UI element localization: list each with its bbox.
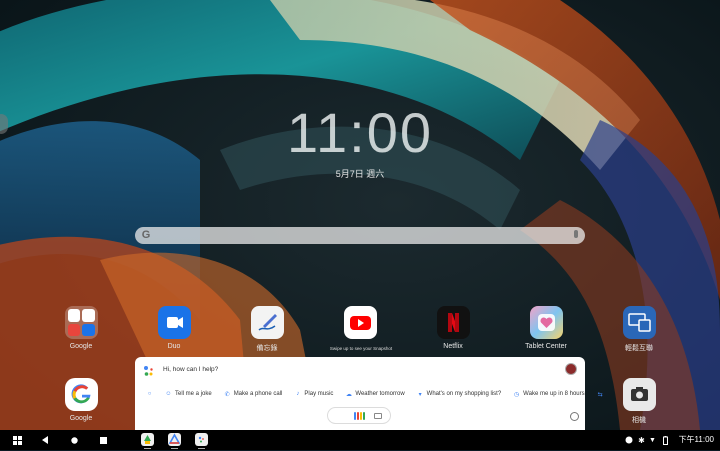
app-label: 輕鬆互聯	[625, 345, 653, 352]
chip-tell-joke[interactable]: ☺ Tell me a joke	[162, 387, 215, 401]
assistant-logo-icon	[144, 366, 153, 376]
app-google-folder[interactable]: Google	[46, 306, 116, 350]
app-camera[interactable]: 相機	[604, 378, 674, 425]
app-label: Tablet Center	[525, 343, 567, 350]
app-label: 備忘錄	[256, 345, 278, 352]
bluetooth-icon[interactable]: ✱	[637, 430, 646, 450]
apps-grid-icon[interactable]	[10, 430, 24, 450]
voice-input-button[interactable]	[327, 407, 391, 424]
assistant-panel: Hi, how can I help? ○ ☺ Tell me a joke ✆ M…	[135, 357, 603, 430]
chip-shopping-list[interactable]: ▾ What's on my shopping list?	[414, 387, 505, 401]
app-tablet-center[interactable]: Tablet Center	[511, 306, 581, 350]
taskbar: ✱ ▼ 下午11:00	[0, 430, 720, 450]
lockscreen-date: 5月7日 週六	[335, 169, 385, 179]
netflix-icon	[436, 306, 470, 339]
taskbar-app-drive-icon[interactable]	[168, 433, 181, 449]
app-label: Duo	[167, 343, 181, 350]
chip-explore[interactable]: ○	[143, 387, 156, 401]
keyboard-icon[interactable]	[374, 413, 382, 419]
notes-icon	[250, 306, 284, 339]
status-clock[interactable]: 下午11:00	[679, 430, 714, 450]
lockscreen-clock: 11:00	[287, 101, 433, 164]
snapshot-hint: Swipe up to see your Snapshot	[329, 346, 393, 351]
app-label: Netflix	[443, 343, 463, 350]
camera-icon	[622, 378, 656, 411]
recents-icon[interactable]	[96, 430, 110, 450]
youtube-icon	[343, 306, 377, 339]
alarm-icon: ◷	[514, 391, 520, 398]
chip-label: What's on my shopping list?	[426, 391, 502, 397]
chip-phone-call[interactable]: ✆ Make a phone call	[221, 387, 286, 401]
home-icon[interactable]	[67, 430, 81, 450]
app-label: Google	[69, 343, 93, 350]
compass-small-icon: ○	[147, 391, 152, 397]
chip-translate[interactable]: ⇆	[594, 387, 607, 401]
translate-icon: ⇆	[597, 391, 603, 398]
suggestion-chips: ○ ☺ Tell me a joke ✆ Make a phone call ♪ Pl…	[143, 387, 603, 401]
back-icon[interactable]	[38, 430, 52, 450]
duo-icon	[157, 306, 191, 339]
google-search-bar[interactable]: G	[135, 227, 585, 244]
google-icon	[64, 378, 98, 411]
cart-icon: ▾	[418, 391, 422, 398]
phone-icon: ✆	[224, 391, 230, 398]
battery-icon[interactable]	[661, 430, 670, 450]
taskbar-app-files-icon[interactable]	[141, 433, 154, 449]
chip-label: Wake me up in 8 hours	[523, 391, 585, 397]
google-folder-icon	[64, 306, 98, 339]
explore-icon[interactable]	[570, 412, 579, 421]
chip-label: Weather tomorrow	[355, 391, 405, 397]
app-notes[interactable]: 備忘錄	[232, 306, 302, 353]
chip-weather[interactable]: ☁ Weather tomorrow	[342, 387, 407, 401]
tablet-center-icon	[529, 306, 563, 339]
smile-icon: ☺	[165, 391, 172, 397]
cloud-icon: ☁	[345, 391, 352, 398]
wifi-icon[interactable]: ▼	[648, 430, 657, 450]
music-icon: ♪	[296, 391, 300, 397]
assistant-greeting: Hi, how can I help?	[163, 366, 219, 373]
app-youtube[interactable]	[325, 306, 395, 339]
chip-play-music[interactable]: ♪ Play music	[291, 387, 336, 401]
connect-icon	[622, 306, 656, 339]
app-label: Google	[69, 415, 93, 422]
app-duo[interactable]: Duo	[139, 306, 209, 350]
account-avatar[interactable]	[565, 363, 577, 375]
app-google[interactable]: Google	[46, 378, 116, 422]
mic-icon[interactable]	[574, 230, 578, 238]
chip-wake-me[interactable]: ◷ Wake me up in 8 hours	[510, 387, 587, 401]
chip-label: Tell me a joke	[175, 391, 212, 397]
app-label: 相機	[632, 417, 646, 424]
chip-label: Make a phone call	[233, 391, 283, 397]
voice-bars-icon	[354, 412, 365, 420]
chip-label: Play music	[304, 391, 334, 397]
app-netflix[interactable]: Netflix	[418, 306, 488, 350]
google-g-icon: G	[141, 229, 151, 241]
taskbar-app-assistant-icon[interactable]	[195, 433, 208, 449]
app-connect[interactable]: 輕鬆互聯	[604, 306, 674, 353]
notification-badge-icon[interactable]	[624, 430, 633, 450]
